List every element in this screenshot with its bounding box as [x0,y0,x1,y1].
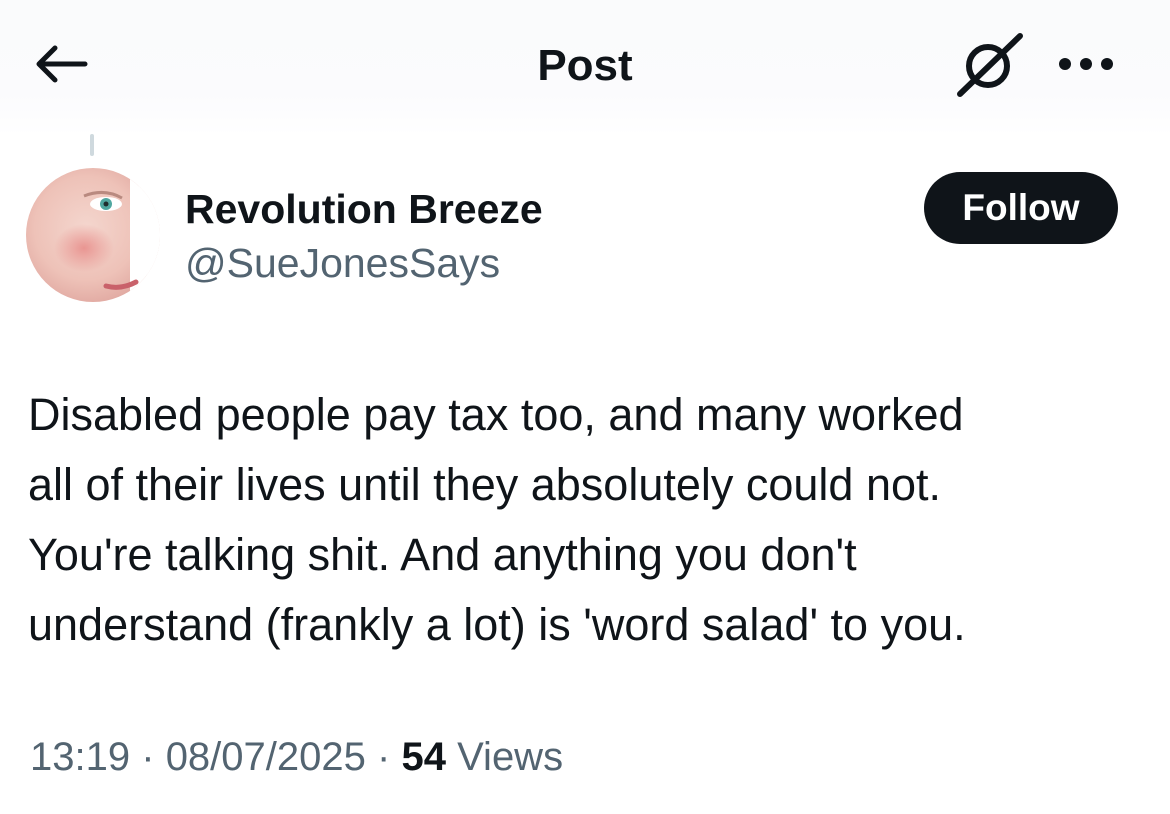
post-text: Disabled people pay tax too, and many wo… [28,389,966,650]
post-time[interactable]: 13:19 [30,735,130,779]
views-count[interactable]: 54 [401,735,446,779]
meta-separator: · [377,735,391,779]
author-handle[interactable]: @SueJonesSays [185,238,500,288]
grok-button[interactable] [952,32,1028,102]
post-metadata: 13:19 · 08/07/2025 · 54 Views [30,730,563,784]
meta-separator: · [141,735,155,779]
post-date[interactable]: 08/07/2025 [166,735,366,779]
thread-connector-line [90,134,94,156]
arrow-left-icon [31,42,89,91]
avatar-photo [26,168,160,302]
follow-button[interactable]: Follow [924,172,1118,244]
more-options-button[interactable] [1052,44,1120,88]
back-button[interactable] [28,38,92,94]
more-dots-icon [1058,57,1114,76]
top-bar: Post [0,0,1170,135]
views-label[interactable]: Views [457,735,563,779]
post-detail-page: Post Revolution Breeze @SueJonesSays Fol… [0,0,1170,814]
grok-icon [954,32,1026,103]
avatar[interactable] [26,168,160,302]
author-display-name[interactable]: Revolution Breeze [185,184,543,234]
